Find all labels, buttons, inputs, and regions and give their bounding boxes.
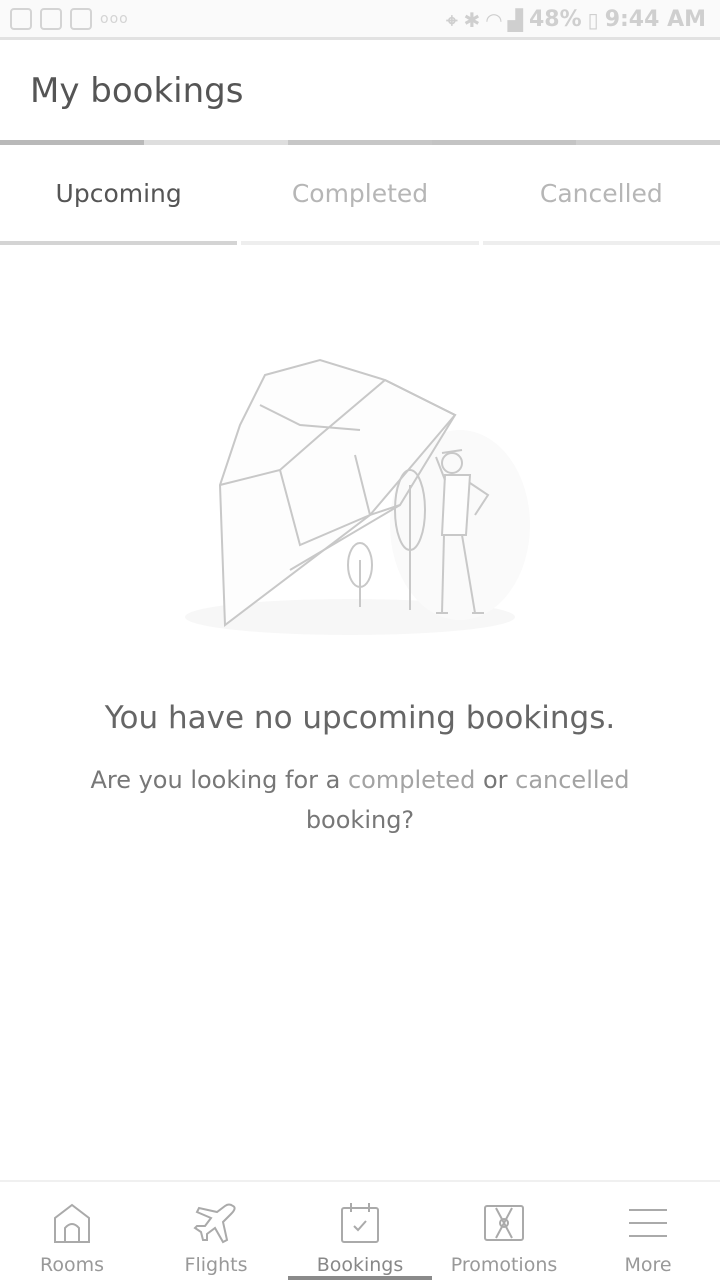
nav-more[interactable]: More <box>576 1182 720 1280</box>
nav-more-label: More <box>624 1254 672 1276</box>
clock: 9:44 AM <box>604 7 706 32</box>
nav-bookings-label: Bookings <box>316 1254 404 1276</box>
nav-flights-label: Flights <box>184 1254 248 1276</box>
more-notifications-icon: ooo <box>100 11 129 27</box>
status-system: ⌖ ✱ ◠ ▟ 48% ▯ 9:44 AM <box>446 7 706 32</box>
completed-link[interactable]: completed <box>348 766 475 794</box>
tab-completed[interactable]: Completed <box>241 145 479 245</box>
signal-icon: ▟ <box>507 7 523 32</box>
empty-state-prefix: Are you looking for a <box>90 766 348 794</box>
empty-state-middle: or <box>475 766 516 794</box>
cancelled-link[interactable]: cancelled <box>515 766 629 794</box>
notification-icon <box>10 8 32 30</box>
calendar-check-icon <box>341 1203 379 1243</box>
notification-icon <box>70 8 92 30</box>
bottom-navigation: Rooms Flights Bookings Promotions More <box>0 1180 720 1280</box>
nav-promotions[interactable]: Promotions <box>432 1182 576 1280</box>
status-notifications: ooo <box>10 8 129 30</box>
empty-state-suffix: booking? <box>305 806 415 834</box>
wifi-icon: ◠ <box>486 7 502 32</box>
home-icon <box>54 1203 90 1243</box>
notification-icon <box>40 8 62 30</box>
nav-flights[interactable]: Flights <box>144 1182 288 1280</box>
booking-tabs: Upcoming Completed Cancelled <box>0 145 720 245</box>
nav-promotions-label: Promotions <box>450 1254 558 1276</box>
location-icon: ⌖ <box>446 7 458 32</box>
page-title: My bookings <box>30 71 244 111</box>
active-tab-indicator <box>288 1276 432 1280</box>
nav-rooms-label: Rooms <box>39 1254 104 1276</box>
battery-percent: 48% <box>529 7 582 32</box>
app-header: My bookings <box>0 43 720 140</box>
nav-bookings[interactable]: Bookings <box>288 1182 432 1280</box>
menu-icon <box>629 1209 667 1237</box>
empty-state-subtitle: Are you looking for a completed or cance… <box>60 760 660 840</box>
empty-state-title: You have no upcoming bookings. <box>104 700 616 736</box>
empty-state-illustration <box>170 345 550 645</box>
tab-cancelled[interactable]: Cancelled <box>482 145 720 245</box>
tab-upcoming[interactable]: Upcoming <box>0 145 238 245</box>
airplane-icon <box>193 1203 236 1244</box>
battery-icon: ▯ <box>587 7 599 32</box>
status-bar: ooo ⌖ ✱ ◠ ▟ 48% ▯ 9:44 AM <box>0 0 720 40</box>
nav-rooms[interactable]: Rooms <box>0 1182 144 1280</box>
ticket-icon <box>484 1205 524 1241</box>
bluetooth-icon: ✱ <box>463 7 481 32</box>
